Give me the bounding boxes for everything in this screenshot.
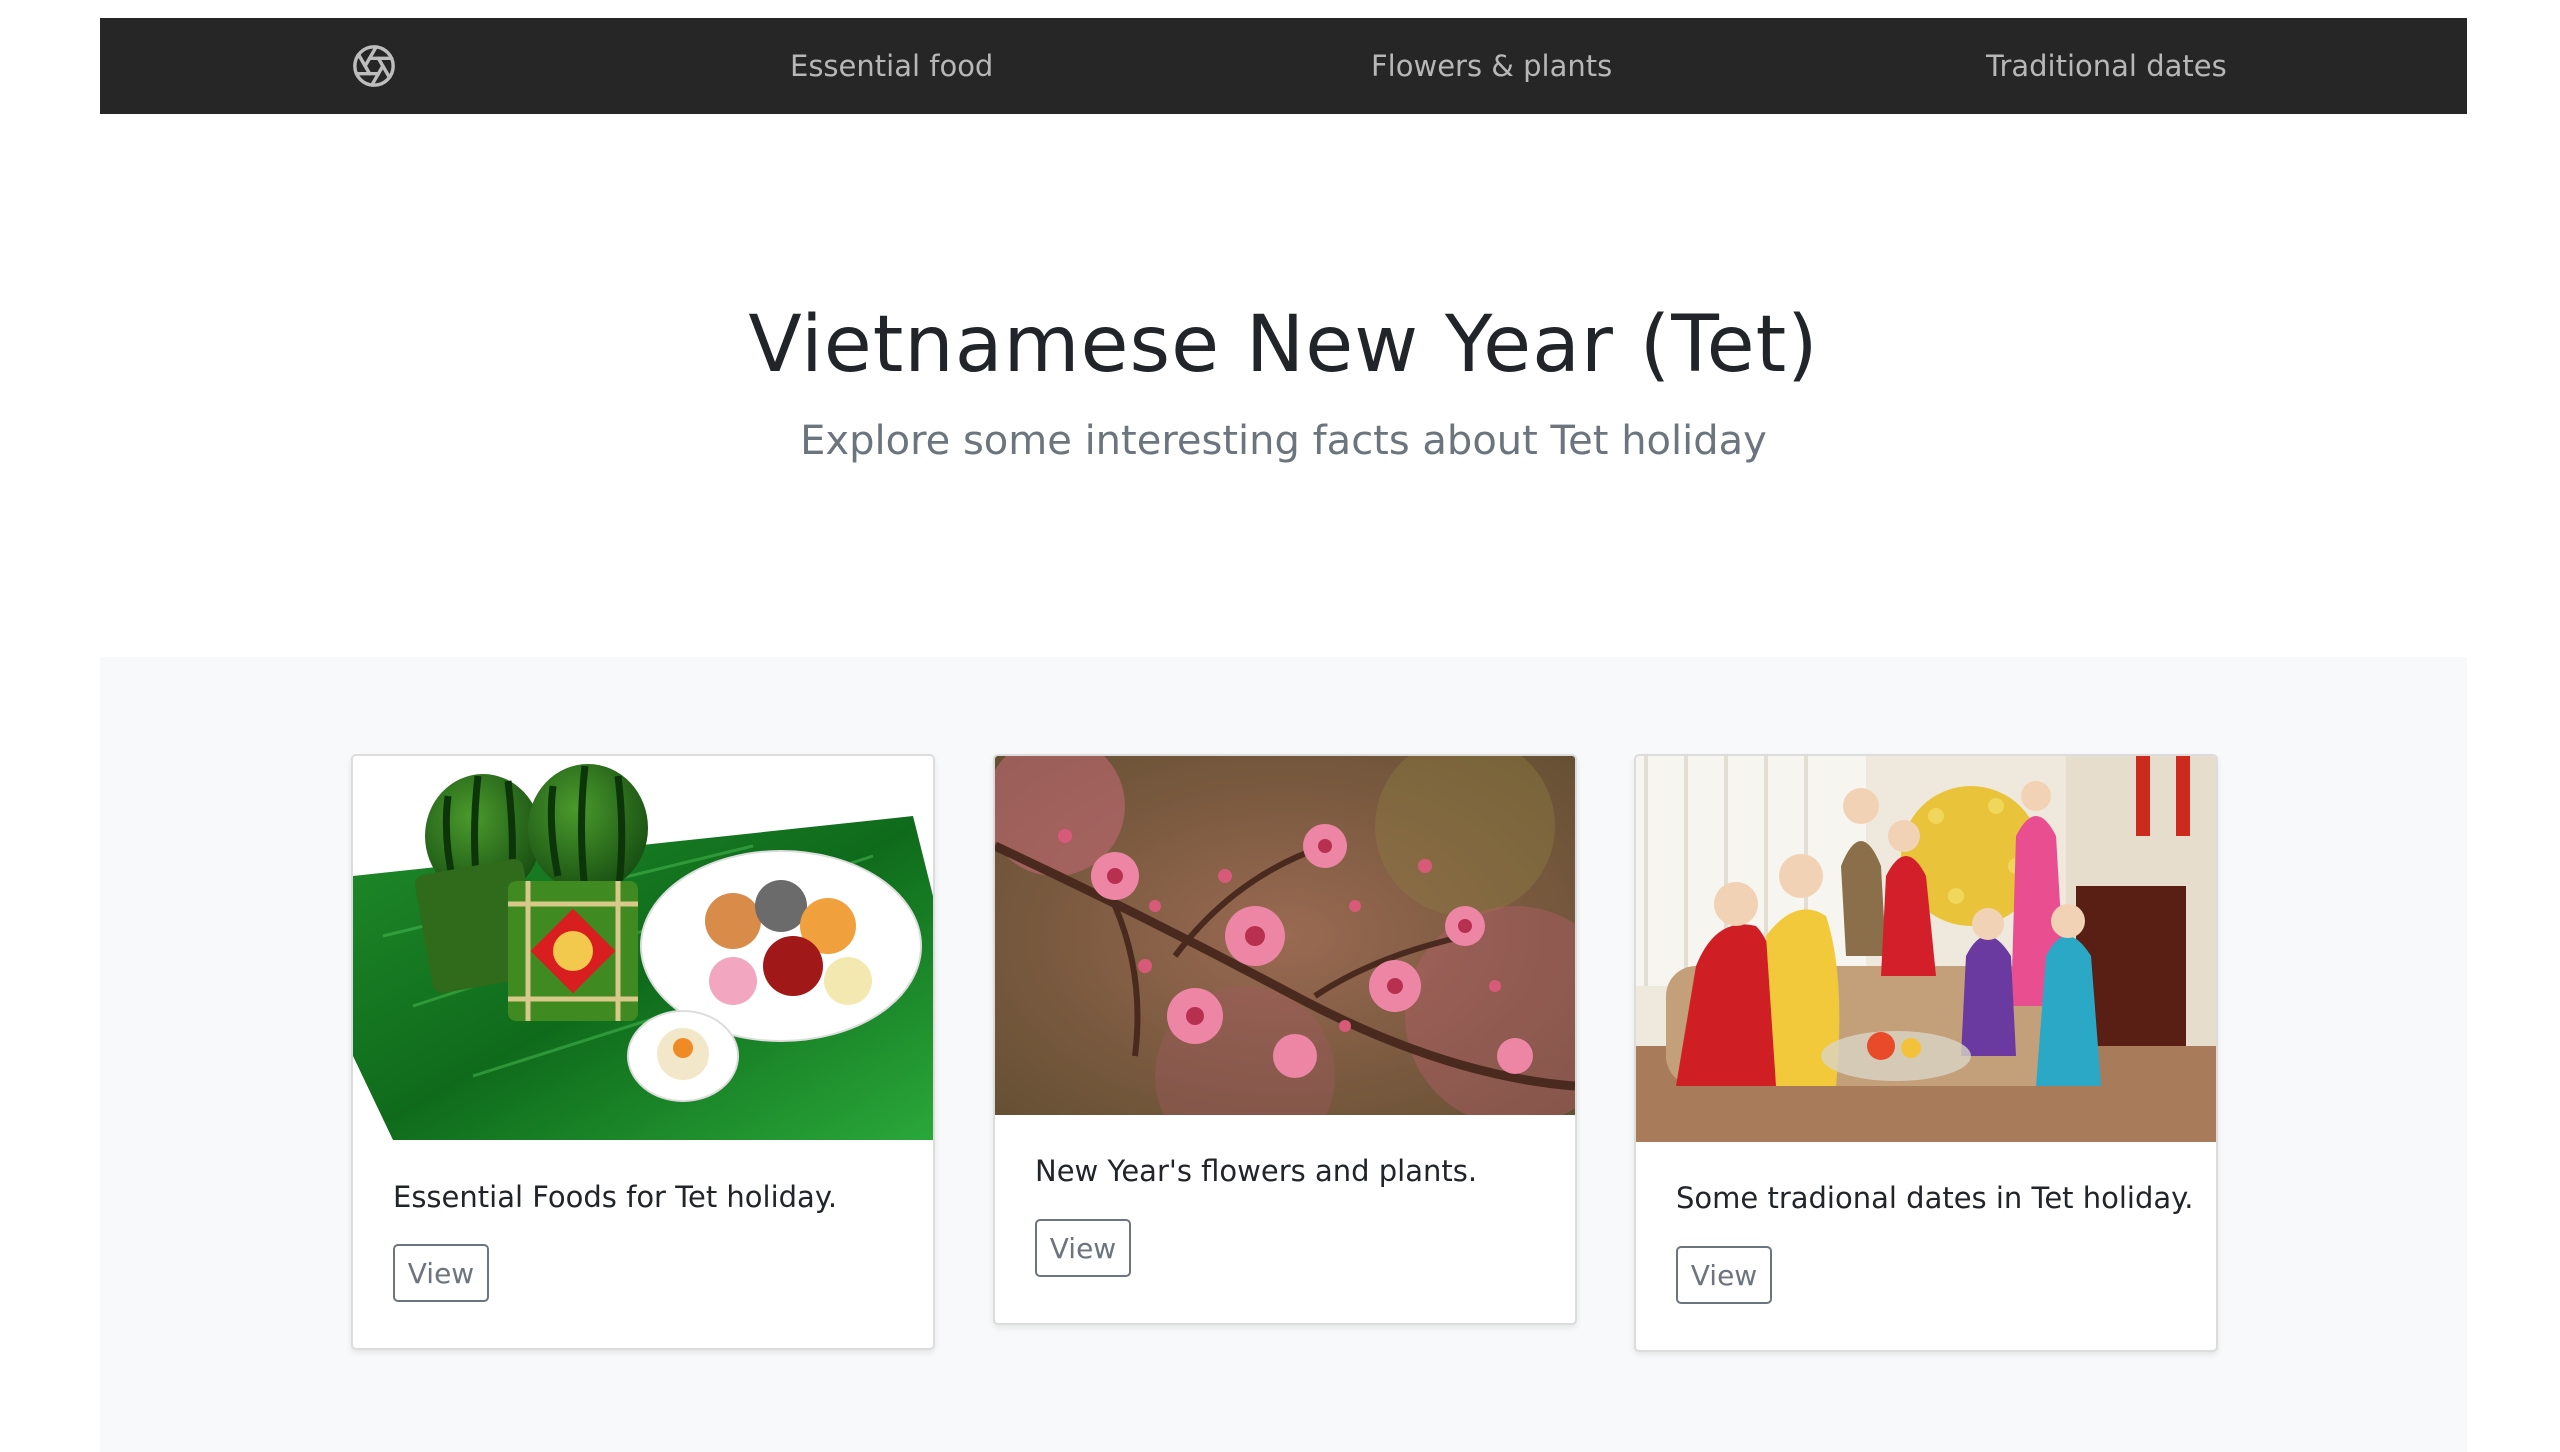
food-image [353, 756, 933, 1140]
page-subtitle: Explore some interesting facts about Tet… [800, 418, 1767, 464]
nav-link-traditional-dates[interactable]: Traditional dates [1986, 18, 2227, 114]
navbar: Essential food Flowers & plants Traditio… [100, 18, 2467, 114]
peach-blossom-image [995, 756, 1575, 1115]
view-button[interactable]: View [1035, 1219, 1131, 1277]
view-button[interactable]: View [1676, 1246, 1772, 1304]
family-tet-image [1636, 756, 2216, 1142]
card-text: Some tradional dates in Tet holiday. [1676, 1181, 2194, 1215]
card-essential-food: Essential Foods for Tet holiday. View [351, 754, 935, 1350]
nav-link-flowers-plants[interactable]: Flowers & plants [1371, 18, 1612, 114]
album-section: Essential Foods for Tet holiday. View Ne… [100, 657, 2467, 1452]
nav-link-essential-food[interactable]: Essential food [790, 18, 993, 114]
card-flowers-plants: New Year's flowers and plants. View [993, 754, 1577, 1325]
page-title: Vietnamese New Year (Tet) [748, 300, 1819, 390]
card-traditional-dates: Some tradional dates in Tet holiday. Vie… [1634, 754, 2218, 1352]
aperture-icon[interactable] [351, 43, 397, 89]
view-button[interactable]: View [393, 1244, 489, 1302]
card-text: Essential Foods for Tet holiday. [393, 1180, 838, 1214]
card-text: New Year's flowers and plants. [1035, 1154, 1478, 1188]
page: Essential food Flowers & plants Traditio… [100, 0, 2467, 1452]
